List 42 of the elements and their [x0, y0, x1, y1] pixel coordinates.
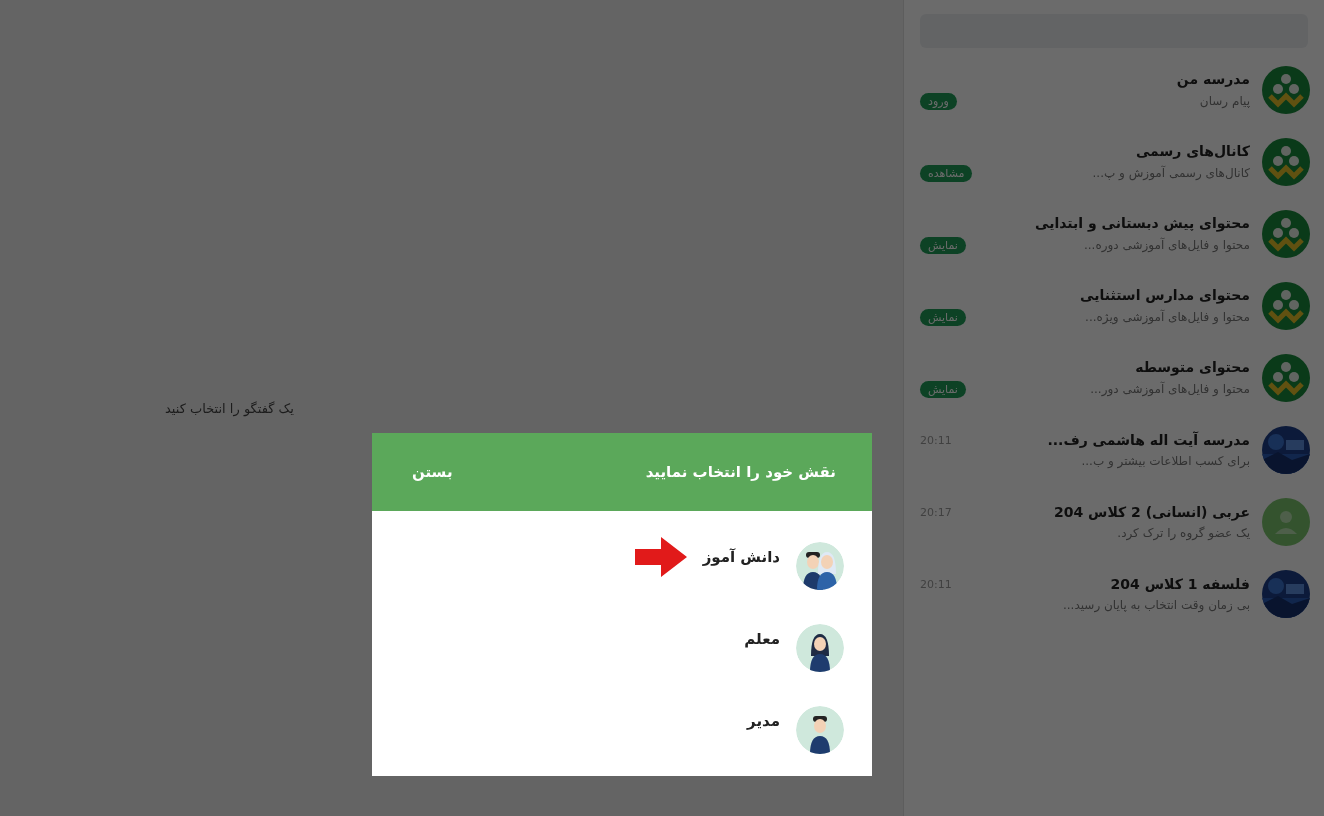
chat-item[interactable]: محتوای پیش دبستانی و ابتدایی محتوا و فایل‌های آموزشی دوره... نمایش — [904, 198, 1324, 270]
close-button[interactable]: بستن — [408, 459, 457, 485]
channel-tag[interactable]: نمایش — [920, 308, 966, 326]
logo-avatar — [1262, 66, 1310, 114]
channel-tag[interactable]: ورود — [920, 92, 957, 110]
channel-tag[interactable]: نمایش — [920, 236, 966, 254]
arrow-icon — [634, 537, 687, 577]
person-avatar — [796, 542, 844, 590]
chat-preview: کانال‌های رسمی آموزش و پ... — [1092, 166, 1250, 180]
logo-avatar — [1262, 282, 1310, 330]
chat-preview: پیام رسان — [1199, 94, 1250, 108]
channel-tag[interactable]: نمایش — [920, 380, 966, 398]
chat-item[interactable]: کانال‌های رسمی کانال‌های رسمی آموزش و پ... مشاهده — [904, 126, 1324, 198]
logo-avatar — [1262, 138, 1310, 186]
chat-title: محتوای پیش دبستانی و ابتدایی — [1035, 214, 1250, 231]
group-avatar — [1262, 498, 1310, 546]
channel-tag[interactable]: مشاهده — [920, 164, 973, 182]
chat-title: فلسفه 1 کلاس 204 — [1110, 576, 1250, 592]
chat-preview: محتوا و فایل‌های آموزشی دوره... — [1083, 238, 1250, 252]
chat-title: مدرسه من — [1176, 70, 1250, 87]
chat-item[interactable]: مدرسه من پیام رسان ورود — [904, 54, 1324, 126]
chat-preview: بی زمان وقت انتخاب به پایان رسید... — [1062, 598, 1250, 612]
logo-avatar — [1262, 210, 1310, 258]
role-option[interactable]: مدیر — [747, 712, 780, 730]
chat-preview: یک عضو گروه را ترک کرد. — [1117, 526, 1250, 540]
empty-chat-hint: یک گفتگو را انتخاب کنید — [165, 400, 294, 416]
chat-item[interactable]: محتوای مدارس استثنایی محتوا و فایل‌های آموزشی ویژه... نمایش — [904, 270, 1324, 342]
logo-avatar — [1262, 354, 1310, 402]
chat-preview: برای کسب اطلاعات بیشتر و ب... — [1081, 454, 1250, 468]
chat-item[interactable]: محتوای متوسطه محتوا و فایل‌های آموزشی دور... نمایش — [904, 342, 1324, 414]
chat-preview: محتوا و فایل‌های آموزشی دور... — [1090, 382, 1250, 396]
chat-title: کانال‌های رسمی — [1135, 142, 1250, 159]
chat-title: محتوای مدارس استثنایی — [1080, 286, 1250, 303]
person-avatar — [796, 624, 844, 672]
chat-title: محتوای متوسطه — [1135, 358, 1250, 375]
role-option[interactable]: دانش آموز — [702, 548, 780, 566]
role-option[interactable]: معلم — [744, 630, 780, 648]
chat-title: مدرسه آیت اله هاشمی رف... — [1047, 432, 1250, 448]
chat-title: عربی (انسانی) 2 کلاس 204 — [1053, 504, 1250, 520]
person-avatar — [796, 706, 844, 754]
chat-preview: محتوا و فایل‌های آموزشی ویژه... — [1085, 310, 1250, 324]
dialog-title: نقش خود را انتخاب نمایید — [645, 463, 836, 481]
